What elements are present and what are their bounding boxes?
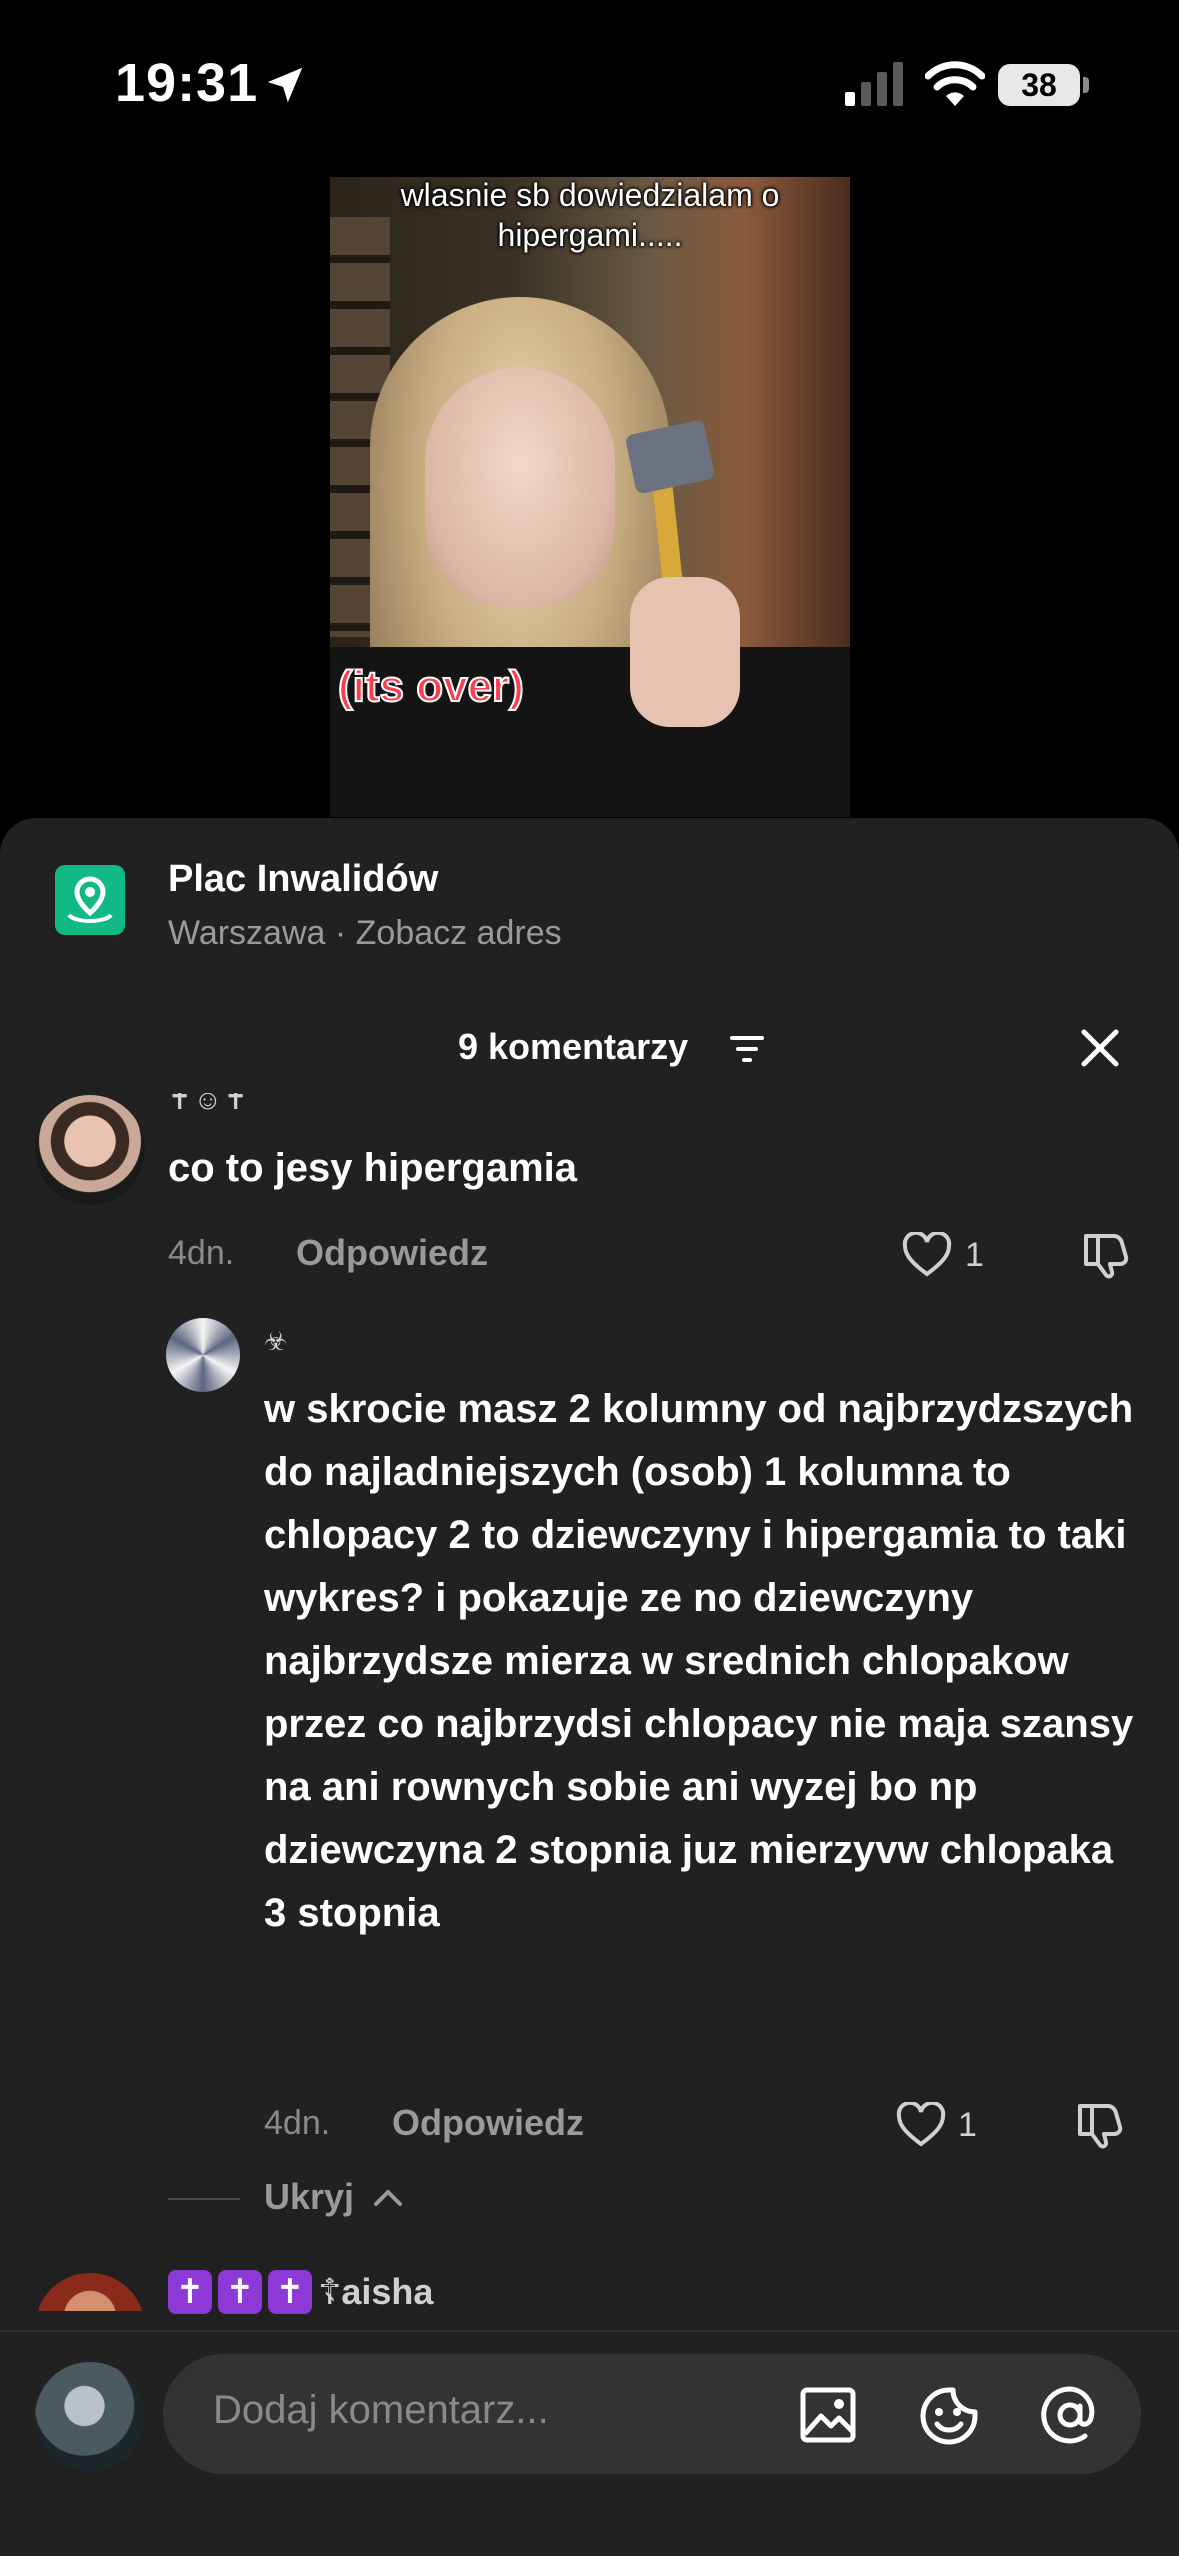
comment-user-row[interactable]: ✝ ✝ ✝ ☦︎aisha <box>168 2270 433 2320</box>
location-subtitle[interactable]: Warszawa · Zobacz adres <box>168 914 562 953</box>
sort-filter-icon[interactable] <box>730 1032 766 1066</box>
comments-sheet: Plac Inwalidów Warszawa · Zobacz adres 9… <box>0 818 1179 2556</box>
comment-time: 4dn. <box>264 2104 331 2142</box>
video-caption-bottom: (its over) <box>337 661 525 712</box>
comment-text: w skrocie masz 2 kolumny od najbrzydzszy… <box>264 1387 1134 1935</box>
cellular-signal-icon <box>845 62 903 106</box>
comment-username[interactable]: ☦︎aisha <box>318 2271 433 2313</box>
video-hand <box>630 577 740 727</box>
avatar[interactable] <box>35 1095 145 1205</box>
wifi-icon <box>925 61 985 106</box>
my-avatar[interactable] <box>35 2362 145 2472</box>
comments-count-title: 9 komentarzy <box>458 1026 689 1067</box>
video-caption-top: wlasnie sb dowiedzialam o hipergami..... <box>400 177 780 253</box>
cross-badge: ✝ <box>268 2270 312 2314</box>
comment-username[interactable]: ☣︎ <box>264 1326 287 1357</box>
comment-time: 4dn. <box>168 1234 235 1272</box>
hide-replies-button[interactable]: Ukryj <box>264 2176 354 2218</box>
cross-badge: ✝ <box>218 2270 262 2314</box>
status-time: 19:31 <box>115 53 259 113</box>
close-icon[interactable] <box>1078 1026 1122 1070</box>
comment-input-placeholder[interactable]: Dodaj komentarz... <box>213 2388 549 2433</box>
comment-input[interactable]: Dodaj komentarz... <box>163 2354 1141 2474</box>
comments-header: 9 komentarzy <box>0 1018 1179 1088</box>
heart-icon[interactable] <box>896 2102 946 2148</box>
location-arrow-icon <box>267 67 303 103</box>
comment-username[interactable]: ✝︎☺︎✝︎ <box>168 1093 250 1115</box>
comment-meta: 4dn. Odpowiedz 1 <box>0 1228 1179 1288</box>
sticker-emoji-icon[interactable] <box>919 2386 979 2446</box>
comment-text: co to jesy hipergamia <box>168 1146 578 1190</box>
like-count: 1 <box>965 1236 984 1274</box>
video-person-face <box>425 367 615 607</box>
location-row[interactable]: Plac Inwalidów Warszawa · Zobacz adres <box>0 818 1179 988</box>
comment-meta: 4dn. Odpowiedz 1 <box>0 2096 1179 2156</box>
battery-nub <box>1083 77 1089 93</box>
divider <box>168 2198 240 2200</box>
avatar[interactable] <box>166 1318 240 1392</box>
location-name: Plac Inwalidów <box>168 858 439 900</box>
cross-badge: ✝ <box>168 2270 212 2314</box>
hide-replies-row[interactable]: Ukryj <box>0 2176 1179 2226</box>
comment-composer: Dodaj komentarz... <box>0 2330 1179 2556</box>
mention-at-icon[interactable] <box>1039 2384 1101 2446</box>
dislike-icon[interactable] <box>1080 1228 1132 1280</box>
like-count: 1 <box>958 2106 977 2144</box>
image-icon[interactable] <box>799 2386 857 2444</box>
dislike-icon[interactable] <box>1074 2098 1126 2150</box>
video-frame[interactable] <box>330 177 850 817</box>
battery-indicator: 38 <box>998 64 1080 106</box>
heart-icon[interactable] <box>902 1232 952 1278</box>
chevron-up-icon <box>374 2190 402 2206</box>
status-bar: 19:31 38 <box>0 0 1179 170</box>
reply-button[interactable]: Odpowiedz <box>296 1232 488 1274</box>
location-pin-icon <box>55 865 125 935</box>
reply-button[interactable]: Odpowiedz <box>392 2102 584 2144</box>
